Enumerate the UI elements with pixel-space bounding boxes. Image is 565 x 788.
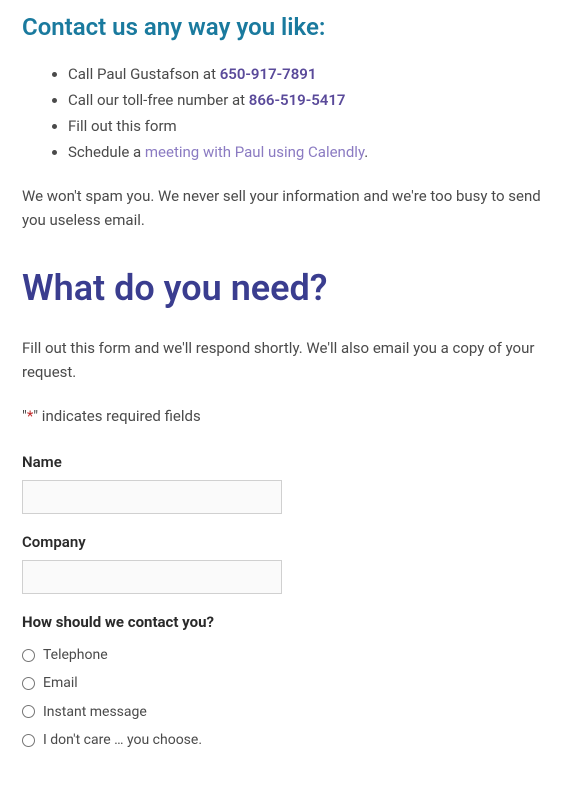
- required-suffix: " indicates required fields: [33, 407, 200, 425]
- schedule-suffix: .: [364, 143, 368, 161]
- contact-option-schedule: Schedule a meeting with Paul using Calen…: [68, 140, 543, 164]
- required-fields-note: "*" indicates required fields: [22, 404, 543, 428]
- calendly-link[interactable]: meeting with Paul using Calendly: [145, 143, 364, 161]
- no-spam-text: We won't spam you. We never sell your in…: [22, 184, 543, 232]
- name-field-group: Name: [22, 450, 543, 514]
- company-label: Company: [22, 530, 543, 554]
- radio-telephone[interactable]: [22, 649, 35, 662]
- company-field-group: Company: [22, 530, 543, 594]
- radio-instant-message[interactable]: [22, 705, 35, 718]
- radio-dont-care[interactable]: [22, 734, 35, 747]
- contact-option-fill-form: Fill out this form: [68, 114, 543, 138]
- radio-option-dont-care: I don't care … you choose.: [22, 729, 543, 751]
- call-paul-text: Call Paul Gustafson at: [68, 65, 220, 83]
- radio-option-instant-message: Instant message: [22, 701, 543, 723]
- company-input[interactable]: [22, 560, 282, 594]
- radio-email-label: Email: [43, 672, 78, 694]
- radio-dont-care-label: I don't care … you choose.: [43, 729, 202, 751]
- radio-option-telephone: Telephone: [22, 644, 543, 666]
- contact-options-list: Call Paul Gustafson at 650-917-7891 Call…: [22, 62, 543, 164]
- toll-free-text: Call our toll-free number at: [68, 91, 249, 109]
- radio-telephone-label: Telephone: [43, 644, 108, 666]
- call-paul-phone-link[interactable]: 650-917-7891: [220, 65, 317, 83]
- contact-heading: Contact us any way you like:: [22, 8, 543, 46]
- name-label: Name: [22, 450, 543, 474]
- radio-instant-message-label: Instant message: [43, 701, 147, 723]
- form-heading: What do you need?: [22, 260, 543, 318]
- name-input[interactable]: [22, 480, 282, 514]
- contact-method-group: How should we contact you? Telephone Ema…: [22, 610, 543, 752]
- radio-email[interactable]: [22, 677, 35, 690]
- contact-option-toll-free: Call our toll-free number at 866-519-541…: [68, 88, 543, 112]
- radio-option-email: Email: [22, 672, 543, 694]
- contact-method-label: How should we contact you?: [22, 610, 543, 634]
- toll-free-phone-link[interactable]: 866-519-5417: [249, 91, 346, 109]
- schedule-prefix: Schedule a: [68, 143, 145, 161]
- form-intro: Fill out this form and we'll respond sho…: [22, 336, 543, 384]
- contact-option-call-paul: Call Paul Gustafson at 650-917-7891: [68, 62, 543, 86]
